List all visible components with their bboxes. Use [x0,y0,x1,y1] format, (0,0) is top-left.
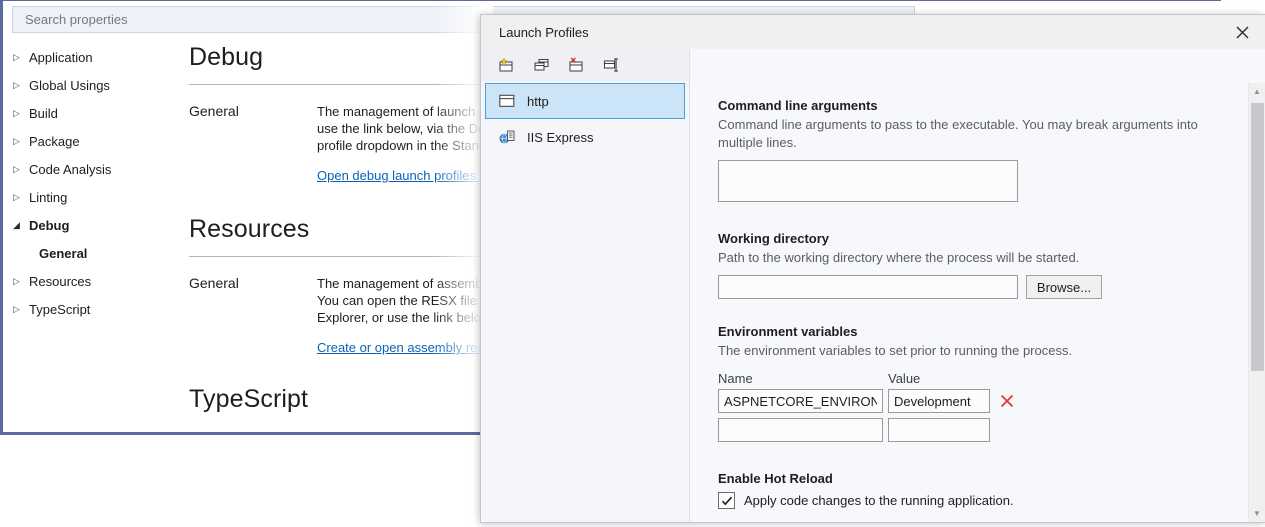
tree-item-package[interactable]: ▷ Package [3,127,181,155]
profile-settings-pane: Command line arguments Command line argu… [690,49,1265,522]
browser-window-icon [498,92,516,110]
chevron-right-icon[interactable]: ▷ [13,304,29,314]
chevron-right-icon[interactable]: ▷ [13,80,29,90]
delete-profile-icon[interactable] [565,53,589,77]
dialog-title: Launch Profiles [499,24,589,40]
hot-reload-checkbox-label: Apply code changes to the running applic… [744,493,1014,508]
chevron-right-icon[interactable]: ▷ [13,164,29,174]
profile-list: http IIS Express [481,83,689,155]
command-line-arguments-label: Command line arguments [718,98,878,113]
properties-tree: ▷ Application ▷ Global Usings ▷ Build ▷ … [3,43,181,323]
iis-globe-icon [498,128,516,146]
tree-item-application[interactable]: ▷ Application [3,43,181,71]
new-profile-icon[interactable] [495,53,519,77]
chevron-right-icon[interactable]: ▷ [13,52,29,62]
environment-variables-header: Name Value [718,371,1265,386]
close-icon[interactable] [1219,15,1265,49]
delete-env-variable-icon[interactable] [999,393,1015,409]
profile-item-label: http [527,93,549,109]
tree-item-debug-general[interactable]: General [3,239,181,267]
scrollbar-thumb[interactable] [1251,103,1264,371]
dialog-vertical-scrollbar[interactable]: ▲ ▼ [1248,83,1265,522]
browse-button[interactable]: Browse... [1026,275,1102,299]
env-name-input[interactable] [718,389,883,413]
command-line-arguments-input[interactable] [718,160,1018,202]
tree-item-label: Debug [29,217,70,233]
env-name-input[interactable] [718,418,883,442]
tree-item-global-usings[interactable]: ▷ Global Usings [3,71,181,99]
chevron-down-icon[interactable]: ◢ [13,220,29,230]
profile-item-http[interactable]: http [485,83,685,119]
tree-item-label: TypeScript [29,301,91,317]
env-value-input[interactable] [888,418,990,442]
tree-item-label: Application [29,49,93,65]
chevron-right-icon[interactable]: ▷ [13,108,29,118]
duplicate-profile-icon[interactable] [530,53,554,77]
profile-list-pane: http IIS Express [481,49,690,522]
tree-item-linting[interactable]: ▷ Linting [3,183,181,211]
environment-variables-group: Environment variables The environment va… [718,324,1265,442]
tree-item-label: Package [29,133,80,149]
profile-item-iis-express[interactable]: IIS Express [485,119,685,155]
chevron-right-icon[interactable]: ▷ [13,192,29,202]
working-directory-label: Working directory [718,231,830,246]
dialog-body: http IIS Express Command line arguments … [481,49,1265,522]
scroll-up-arrow-icon[interactable]: ▲ [1249,83,1265,100]
tree-item-label: Build [29,105,58,121]
tree-item-code-analysis[interactable]: ▷ Code Analysis [3,155,181,183]
rename-profile-icon[interactable] [600,53,624,77]
launch-profiles-dialog: Launch Profiles http IIS Express Command… [480,14,1265,523]
tree-item-label: Linting [29,189,68,205]
environment-variables-description: The environment variables to set prior t… [718,343,1073,358]
working-directory-group: Working directory Path to the working di… [718,231,1265,299]
chevron-right-icon[interactable]: ▷ [13,276,29,286]
working-directory-input[interactable] [718,275,1018,299]
dialog-title-bar: Launch Profiles [481,15,1265,49]
tree-item-label: General [39,245,88,261]
env-variable-row [718,389,1265,413]
environment-variables-label: Environment variables [718,324,858,339]
env-column-name-header: Name [718,371,753,386]
profile-item-label: IIS Express [527,129,594,145]
chevron-right-icon[interactable]: ▷ [13,136,29,146]
hot-reload-group: Enable Hot Reload Apply code changes to … [718,471,1265,509]
tree-item-debug[interactable]: ◢ Debug [3,211,181,239]
tree-item-typescript[interactable]: ▷ TypeScript [3,295,181,323]
hot-reload-label: Enable Hot Reload [718,471,833,486]
subsection-heading: General [189,275,239,291]
tree-item-build[interactable]: ▷ Build [3,99,181,127]
tree-item-resources[interactable]: ▷ Resources [3,267,181,295]
hot-reload-checkbox[interactable] [718,492,735,509]
tree-item-label: Global Usings [29,77,110,93]
command-line-arguments-group: Command line arguments Command line argu… [718,98,1265,205]
command-line-arguments-description: Command line arguments to pass to the ex… [718,117,1198,150]
tree-item-label: Resources [29,273,92,289]
env-value-input[interactable] [888,389,990,413]
subsection-heading: General [189,103,239,119]
env-variable-row [718,418,1265,442]
env-column-value-header: Value [888,371,921,386]
profile-toolbar [481,49,689,81]
working-directory-description: Path to the working directory where the … [718,250,1080,265]
tree-item-label: Code Analysis [29,161,112,177]
scroll-down-arrow-icon[interactable]: ▼ [1249,505,1265,522]
open-debug-launch-profiles-link[interactable]: Open debug launch profiles UI [317,168,493,183]
